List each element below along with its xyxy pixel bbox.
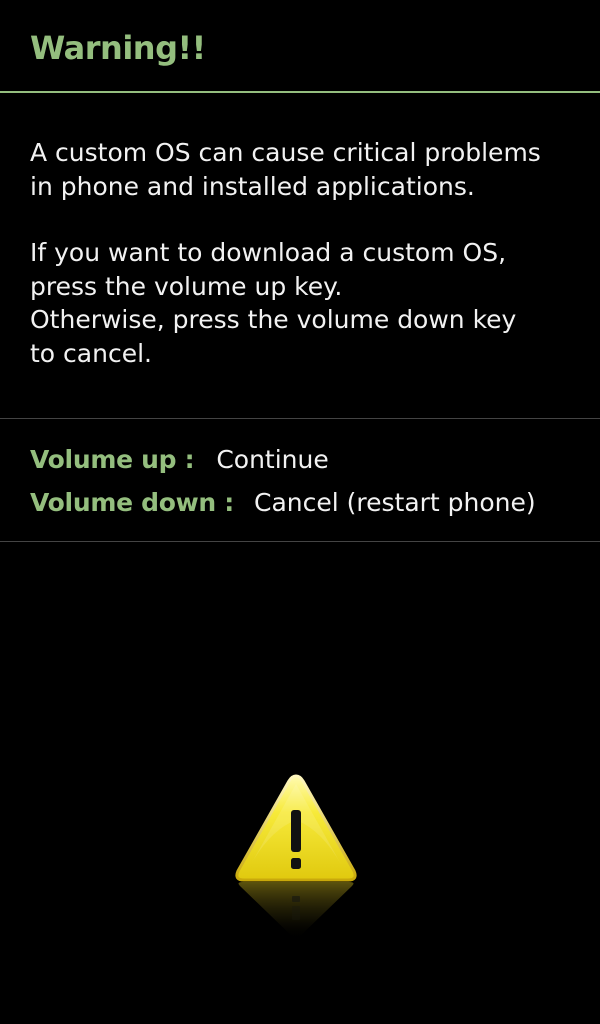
message-line: If you want to download a custom OS, xyxy=(30,238,507,267)
warning-message: A custom OS can cause critical problems … xyxy=(30,136,590,370)
message-line: to cancel. xyxy=(30,338,152,368)
message-paragraph-2: If you want to download a custom OS, pre… xyxy=(30,236,590,370)
message-line: in phone and installed applications. xyxy=(30,171,475,201)
message-line: A custom OS can cause critical problems xyxy=(30,138,541,167)
volume-up-option[interactable]: Volume up : Continue xyxy=(30,444,329,476)
volume-up-key-label: Volume up : xyxy=(30,445,195,474)
volume-down-action: Cancel (restart phone) xyxy=(254,488,536,517)
message-line: press the volume up key. xyxy=(30,271,343,301)
options-divider xyxy=(0,541,600,542)
title-divider xyxy=(0,91,600,93)
message-line: Otherwise, press the volume down key xyxy=(30,305,517,334)
section-divider xyxy=(0,418,600,419)
message-paragraph-1: A custom OS can cause critical problems … xyxy=(30,136,590,203)
volume-up-action: Continue xyxy=(216,445,329,474)
warning-title: Warning!! xyxy=(30,29,206,67)
volume-down-key-label: Volume down : xyxy=(30,488,234,517)
warning-triangle-icon xyxy=(230,770,362,950)
volume-down-option[interactable]: Volume down : Cancel (restart phone) xyxy=(30,487,536,519)
